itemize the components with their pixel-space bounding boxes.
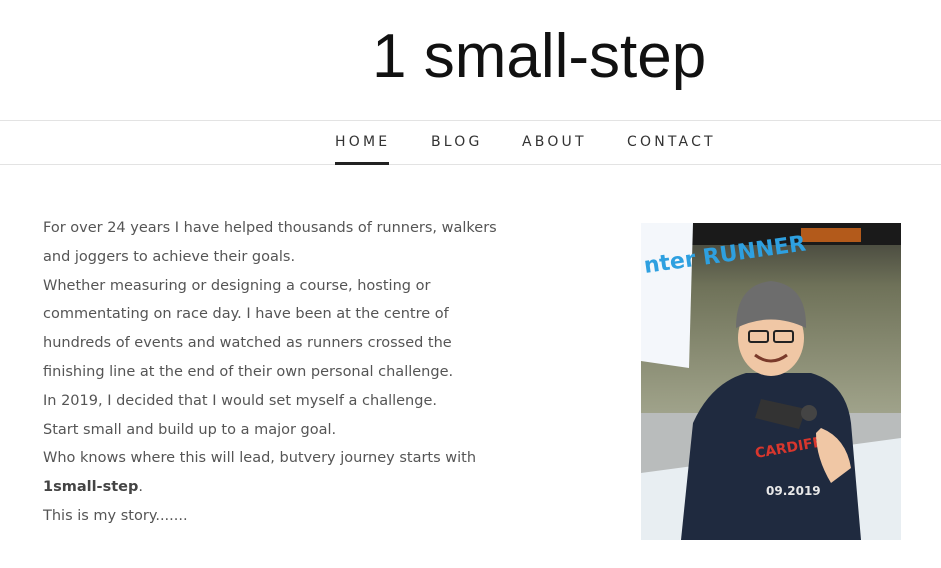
paragraph-story: This is my story....... <box>43 507 188 524</box>
photo-date-text: 09.2019 <box>766 484 821 498</box>
intro-text: For over 24 years I have helped thousand… <box>43 214 513 531</box>
nav-about[interactable]: ABOUT <box>522 133 587 151</box>
photo-banner <box>641 223 693 368</box>
paragraph-journey: Who knows where this will lead, butvery … <box>43 444 513 502</box>
journey-period: . <box>138 479 143 496</box>
nav-blog[interactable]: BLOG <box>431 133 483 151</box>
paragraph-events: Whether measuring or designing a course,… <box>43 277 454 380</box>
paragraph-experience: For over 24 years I have helped thousand… <box>43 220 497 265</box>
profile-photo: nter RUNNER CARDIFF 09.2019 <box>641 223 901 540</box>
journey-text: Who knows where this will lead, butvery … <box>43 450 477 467</box>
paragraph-start-small: Start small and build up to a major goal… <box>43 421 337 438</box>
photo-sign <box>801 228 861 242</box>
site-header: 1 small-step <box>0 0 941 120</box>
nav-home[interactable]: HOME <box>335 133 389 165</box>
journey-brand: 1small-step <box>43 479 139 496</box>
site-title[interactable]: 1 small-step <box>372 22 706 92</box>
photo-illustration: nter RUNNER CARDIFF 09.2019 <box>641 223 901 540</box>
paragraph-challenge: In 2019, I decided that I would set myse… <box>43 392 437 409</box>
photo-mic-head <box>801 405 817 421</box>
main-nav: HOME BLOG ABOUT CONTACT <box>0 120 941 165</box>
nav-contact[interactable]: CONTACT <box>627 133 716 151</box>
